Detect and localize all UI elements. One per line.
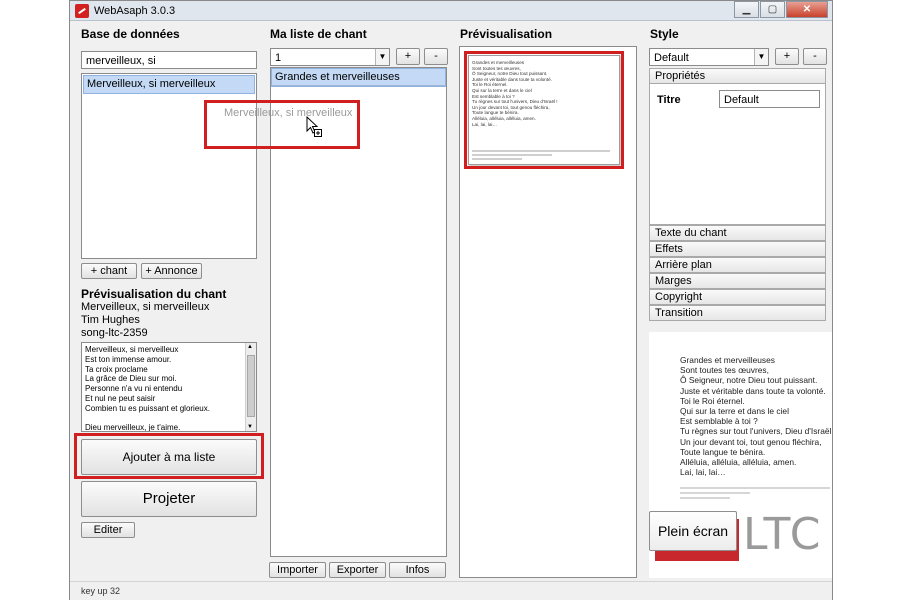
maximize-button[interactable]: ▢ <box>760 1 785 18</box>
lyrics-line: Combien tu es puissant et glorieux. <box>85 403 210 413</box>
lyrics-line <box>85 414 243 424</box>
section-margins[interactable]: Marges <box>649 273 826 289</box>
project-button[interactable]: Projeter <box>81 481 257 517</box>
properties-header[interactable]: Propriétés <box>649 68 826 84</box>
app-logo-icon <box>75 4 89 18</box>
drag-cursor-icon <box>306 115 324 141</box>
status-bar: key up 32 <box>70 581 832 600</box>
remove-list-button[interactable]: - <box>424 48 448 65</box>
section-transition[interactable]: Transition <box>649 305 826 321</box>
scroll-down-icon[interactable]: ▼ <box>247 424 253 430</box>
live-preview: Grandes et merveilleuses Sont toutes tes … <box>649 332 832 578</box>
database-title: Base de données <box>81 27 180 41</box>
highlight-add-to-list <box>74 433 264 479</box>
highlight-thumbnail <box>464 51 624 169</box>
preview-panel: Grandes et merveilleuses Sont toutes tes … <box>459 46 637 578</box>
scroll-up-icon[interactable]: ▲ <box>247 344 253 350</box>
add-notice-button[interactable]: + Annonce <box>141 263 202 279</box>
preview-title: Prévisualisation <box>460 27 553 41</box>
live-lyrics-line: Qui sur la terre et dans le ciel <box>680 406 789 417</box>
import-button[interactable]: Importer <box>269 562 326 578</box>
lyrics-line: Dieu merveilleux, je t'aime. <box>85 423 181 432</box>
list-selector-value: 1 <box>275 52 282 64</box>
style-title: Style <box>650 27 679 41</box>
style-selector-value: Default <box>654 52 689 64</box>
remove-style-button[interactable]: - <box>803 48 827 65</box>
song-preview-title: Prévisualisation du chant <box>81 287 227 301</box>
title-bar: WebAsaph 3.0.3 ▁ ▢ ✕ <box>70 1 832 21</box>
lyrics-scroll-thumb[interactable] <box>247 355 255 417</box>
status-text: key up 32 <box>81 586 121 596</box>
minimize-button[interactable]: ▁ <box>734 1 759 18</box>
song-id: song-ltc-2359 <box>81 327 148 339</box>
info-button[interactable]: Infos <box>389 562 446 578</box>
style-properties: Propriétés Titre Default Texte du chant … <box>649 68 826 321</box>
lyrics-line: Merveilleux, si merveilleux <box>85 345 179 354</box>
live-lyrics-line: Ô Seigneur, notre Dieu tout puissant. <box>680 375 818 386</box>
section-copyright[interactable]: Copyright <box>649 289 826 305</box>
lyrics-scrollbar[interactable]: ▲ ▼ <box>245 343 256 431</box>
live-lyrics-line: Toute langue te bénira. <box>680 446 766 457</box>
song-author: Tim Hughes <box>81 314 140 326</box>
section-background[interactable]: Arrière plan <box>649 257 826 273</box>
drag-ghost-text: Merveilleux, si merveilleux <box>224 107 353 119</box>
song-lyrics: Merveilleux, si merveilleux Est ton immen… <box>85 345 243 432</box>
close-button[interactable]: ✕ <box>786 1 828 18</box>
live-lyrics-line: Un jour devant toi, tout genou fléchira, <box>680 436 822 447</box>
window-title: WebAsaph 3.0.3 <box>94 5 176 17</box>
section-song-text[interactable]: Texte du chant <box>649 225 826 241</box>
section-effects[interactable]: Effets <box>649 241 826 257</box>
titre-label: Titre <box>657 94 681 106</box>
edit-button[interactable]: Editer <box>81 522 135 538</box>
add-style-button[interactable]: + <box>775 48 799 65</box>
add-list-button[interactable]: + <box>396 48 420 65</box>
my-list-title: Ma liste de chant <box>270 27 367 41</box>
style-selector[interactable]: Default ▼ <box>649 48 769 66</box>
live-preview-lyrics: Grandes et merveilleuses Sont toutes tes … <box>680 355 832 478</box>
lyrics-line: La grâce de Dieu sur moi. <box>85 374 177 384</box>
lyrics-line: Ta croix proclame <box>85 364 148 374</box>
live-lyrics-line: Juste et véritable dans toute ta volonté… <box>680 385 826 396</box>
titre-input[interactable]: Default <box>719 90 820 108</box>
add-song-button[interactable]: + chant <box>81 263 137 279</box>
export-button[interactable]: Exporter <box>329 562 386 578</box>
live-lyrics-line: Tu règnes sur tout l'univers, Dieu d'Isr… <box>680 426 832 437</box>
window-controls: ▁ ▢ ✕ <box>733 1 828 19</box>
lyrics-line: Et nul ne peut saisir <box>85 393 156 403</box>
list-selector[interactable]: 1 ▼ <box>270 48 390 66</box>
lyrics-line: Est ton immense amour. <box>85 354 172 364</box>
fullscreen-button[interactable]: Plein écran <box>649 511 737 551</box>
live-lyrics-line: Toi le Roi éternel. <box>680 395 745 406</box>
song-name: Merveilleux, si merveilleux <box>81 301 210 313</box>
result-item[interactable]: Merveilleux, si merveilleux <box>83 75 255 94</box>
song-lyrics-box[interactable]: Merveilleux, si merveilleux Est ton immen… <box>81 342 257 432</box>
search-input[interactable]: merveilleux, si <box>81 51 257 69</box>
live-lyrics-line: Lai, lai, lai… <box>680 467 726 478</box>
live-lyrics-line: Grandes et merveilleuses <box>680 355 775 365</box>
live-lyrics-line: Alléluia, alléluia, alléluia, amen. <box>680 457 797 468</box>
app-window: WebAsaph 3.0.3 ▁ ▢ ✕ Base de données mer… <box>69 0 833 600</box>
live-lyrics-line: Est semblable à toi ? <box>680 416 758 427</box>
ltc-logo-text: LTC <box>743 509 823 560</box>
properties-body: Titre Default <box>649 84 826 225</box>
lyrics-line: Personne n'a vu ni entendu <box>85 384 183 394</box>
chevron-down-icon[interactable]: ▼ <box>754 49 768 65</box>
live-lyrics-line: Sont toutes tes œuvres, <box>680 365 769 376</box>
chevron-down-icon[interactable]: ▼ <box>375 49 389 65</box>
